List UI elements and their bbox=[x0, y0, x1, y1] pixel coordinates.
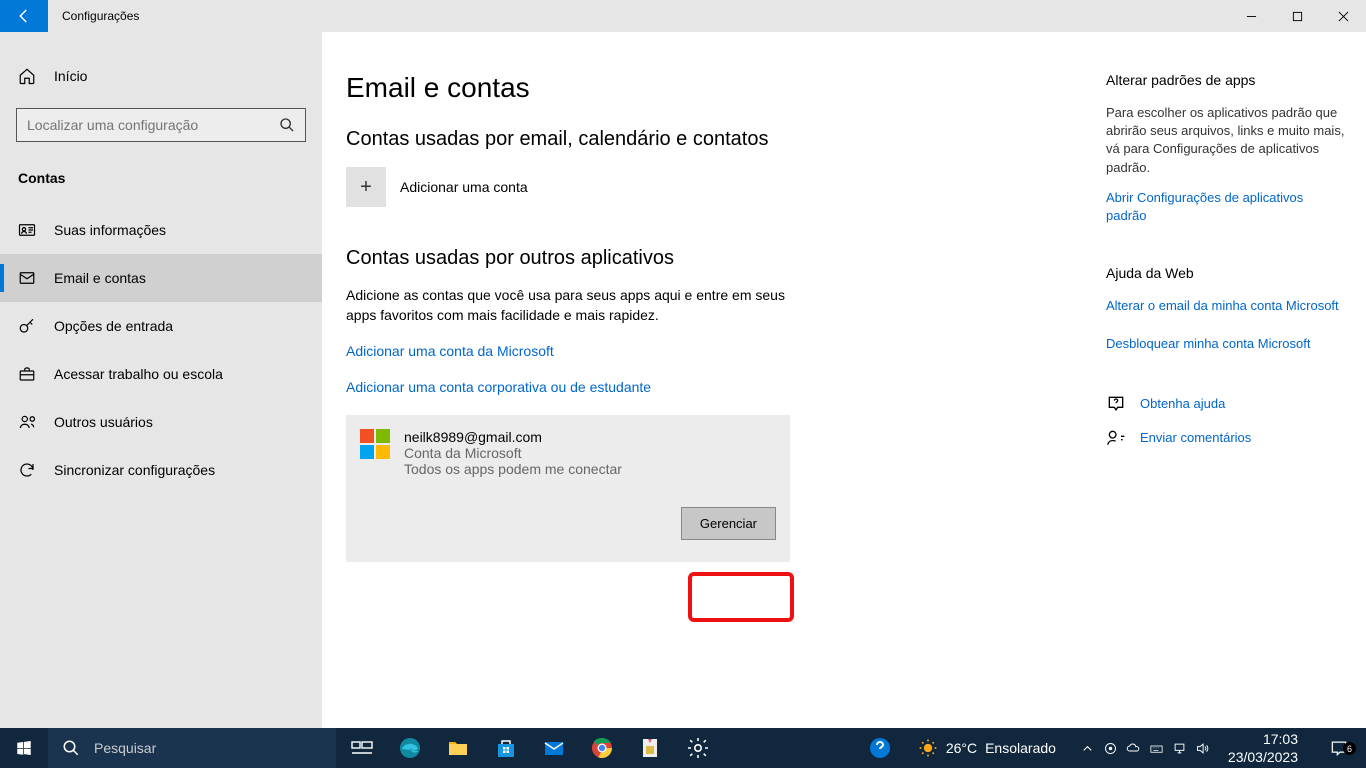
section-email-accounts-title: Contas usadas por email, calendário e co… bbox=[346, 128, 1066, 151]
feedback-link[interactable]: Enviar comentários bbox=[1106, 428, 1346, 448]
task-view-button[interactable] bbox=[338, 728, 386, 768]
sidebar-item-label: Outros usuários bbox=[54, 414, 153, 430]
microsoft-logo-icon bbox=[360, 429, 390, 459]
search-icon bbox=[279, 117, 295, 133]
sun-icon bbox=[918, 738, 938, 758]
taskbar-search[interactable]: Pesquisar bbox=[48, 728, 338, 768]
help-circle-icon bbox=[868, 736, 892, 760]
weather-label: Ensolarado bbox=[985, 740, 1056, 756]
clock-date: 23/03/2023 bbox=[1228, 748, 1298, 766]
briefcase-icon bbox=[18, 365, 36, 383]
sidebar-category: Contas bbox=[0, 160, 322, 206]
taskbar: Pesquisar 26°C Ensolarado 17:03 23/03/20… bbox=[0, 728, 1366, 768]
link-add-work-account[interactable]: Adicionar uma conta corporativa ou de es… bbox=[346, 379, 1066, 395]
key-icon bbox=[18, 317, 36, 335]
sync-icon bbox=[18, 461, 36, 479]
page-title: Email e contas bbox=[346, 72, 1066, 104]
search-input[interactable] bbox=[27, 117, 279, 133]
plus-icon: + bbox=[346, 167, 386, 207]
network-icon[interactable] bbox=[1172, 741, 1187, 756]
taskbar-help[interactable] bbox=[856, 728, 904, 768]
onedrive-icon[interactable] bbox=[1126, 741, 1141, 756]
notification-center[interactable]: 6 bbox=[1316, 738, 1362, 758]
section-other-apps-title: Contas usadas por outros aplicativos bbox=[346, 247, 1066, 270]
sidebar-item-other-users[interactable]: Outros usuários bbox=[0, 398, 322, 446]
window-title: Configurações bbox=[48, 0, 139, 32]
edge-icon bbox=[398, 736, 422, 760]
sidebar-item-label: Opções de entrada bbox=[54, 318, 173, 334]
add-account-button[interactable]: + Adicionar uma conta bbox=[346, 167, 1066, 207]
account-email: neilk8989@gmail.com bbox=[404, 429, 622, 445]
location-icon[interactable] bbox=[1103, 741, 1118, 756]
maximize-button[interactable] bbox=[1274, 0, 1320, 32]
sidebar-item-label: Sincronizar configurações bbox=[54, 462, 215, 478]
sidebar-item-label: Acessar trabalho ou escola bbox=[54, 366, 223, 382]
add-account-label: Adicionar uma conta bbox=[400, 179, 528, 195]
help-icon bbox=[1106, 394, 1126, 414]
sidebar-item-label: Email e contas bbox=[54, 270, 146, 286]
aside-link-unlock-account[interactable]: Desbloquear minha conta Microsoft bbox=[1106, 335, 1346, 353]
get-help-link[interactable]: Obtenha ajuda bbox=[1106, 394, 1346, 414]
volume-icon[interactable] bbox=[1195, 741, 1210, 756]
taskbar-app-explorer[interactable] bbox=[434, 728, 482, 768]
feedback-label: Enviar comentários bbox=[1140, 430, 1251, 445]
taskbar-clock[interactable]: 17:03 23/03/2023 bbox=[1220, 730, 1306, 766]
sidebar-home-label: Início bbox=[54, 68, 87, 84]
windows-icon bbox=[15, 739, 33, 757]
manage-button[interactable]: Gerenciar bbox=[681, 507, 776, 540]
back-button[interactable] bbox=[0, 0, 48, 32]
taskbar-app-edge[interactable] bbox=[386, 728, 434, 768]
paint-icon bbox=[638, 736, 662, 760]
taskbar-app-settings[interactable] bbox=[674, 728, 722, 768]
account-card[interactable]: neilk8989@gmail.com Conta da Microsoft T… bbox=[346, 415, 790, 562]
account-status: Todos os apps podem me conectar bbox=[404, 461, 622, 477]
taskbar-search-placeholder: Pesquisar bbox=[94, 740, 156, 756]
close-button[interactable] bbox=[1320, 0, 1366, 32]
sidebar-item-signin-options[interactable]: Opções de entrada bbox=[0, 302, 322, 350]
chevron-up-icon[interactable] bbox=[1080, 741, 1095, 756]
aside-link-change-email[interactable]: Alterar o email da minha conta Microsoft bbox=[1106, 297, 1346, 315]
section-other-apps-desc: Adicione as contas que você usa para seu… bbox=[346, 286, 806, 325]
link-add-ms-account[interactable]: Adicionar uma conta da Microsoft bbox=[346, 343, 1066, 359]
users-icon bbox=[18, 413, 36, 431]
keyboard-icon[interactable] bbox=[1149, 741, 1164, 756]
search-icon bbox=[62, 739, 80, 757]
mail-icon bbox=[542, 736, 566, 760]
task-view-icon bbox=[350, 736, 374, 760]
feedback-icon bbox=[1106, 428, 1126, 448]
minimize-button[interactable] bbox=[1228, 0, 1274, 32]
weather-temp: 26°C bbox=[946, 740, 977, 756]
mail-icon bbox=[18, 269, 36, 287]
search-input-wrapper[interactable] bbox=[16, 108, 306, 142]
aside-title-defaults: Alterar padrões de apps bbox=[1106, 72, 1346, 88]
sidebar-item-work-school[interactable]: Acessar trabalho ou escola bbox=[0, 350, 322, 398]
notification-badge: 6 bbox=[1343, 742, 1356, 755]
start-button[interactable] bbox=[0, 728, 48, 768]
clock-time: 17:03 bbox=[1228, 730, 1298, 748]
taskbar-app-mail[interactable] bbox=[530, 728, 578, 768]
gear-icon bbox=[686, 736, 710, 760]
sidebar-item-your-info[interactable]: Suas informações bbox=[0, 206, 322, 254]
taskbar-app-store[interactable] bbox=[482, 728, 530, 768]
taskbar-app-paint[interactable] bbox=[626, 728, 674, 768]
aside-para-defaults: Para escolher os aplicativos padrão que … bbox=[1106, 104, 1346, 177]
sidebar-item-email-accounts[interactable]: Email e contas bbox=[0, 254, 322, 302]
sidebar-item-sync[interactable]: Sincronizar configurações bbox=[0, 446, 322, 494]
taskbar-weather[interactable]: 26°C Ensolarado bbox=[904, 738, 1070, 758]
aside-title-webhelp: Ajuda da Web bbox=[1106, 265, 1346, 281]
sidebar-item-label: Suas informações bbox=[54, 222, 166, 238]
get-help-label: Obtenha ajuda bbox=[1140, 396, 1225, 411]
account-type: Conta da Microsoft bbox=[404, 445, 622, 461]
aside-link-open-defaults[interactable]: Abrir Configurações de aplicativos padrã… bbox=[1106, 189, 1346, 225]
store-icon bbox=[494, 736, 518, 760]
user-card-icon bbox=[18, 221, 36, 239]
titlebar-spacer bbox=[139, 0, 1228, 32]
taskbar-app-chrome[interactable] bbox=[578, 728, 626, 768]
chrome-icon bbox=[590, 736, 614, 760]
folder-icon bbox=[446, 736, 470, 760]
sidebar-home[interactable]: Início bbox=[0, 56, 322, 96]
